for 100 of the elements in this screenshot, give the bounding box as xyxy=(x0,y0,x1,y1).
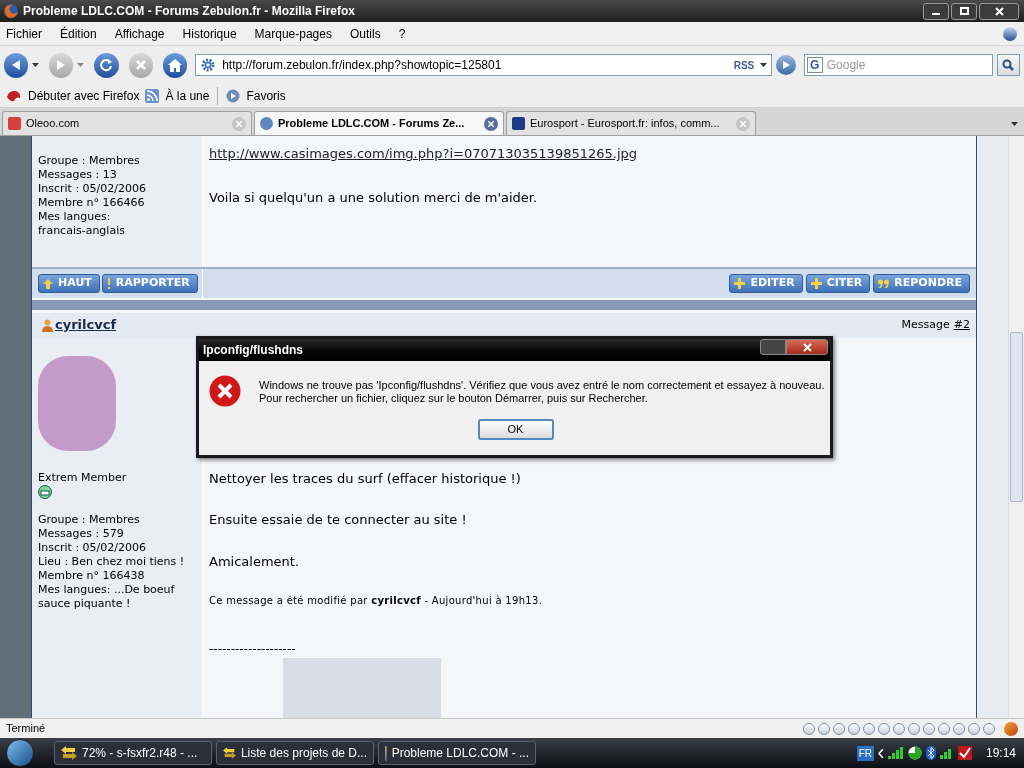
window-control-button[interactable] xyxy=(760,339,786,355)
edit-note-text: Ce message a été modifié par cyrilcvcf - Aujourd'hui à 19h13. xyxy=(209,594,543,608)
close-icon xyxy=(994,6,1004,16)
transfer-arrows-icon xyxy=(61,746,77,760)
search-field[interactable]: G Google xyxy=(803,54,993,76)
member-rank-text: Extrem Member xyxy=(38,470,127,485)
bookmark-link[interactable]: À la une xyxy=(165,86,210,105)
media-control-icon[interactable] xyxy=(968,722,980,735)
menu-item[interactable]: ? xyxy=(395,24,409,43)
reload-button-icon[interactable] xyxy=(94,52,119,78)
rss-feed-label[interactable]: RSS xyxy=(733,57,755,73)
menu-item[interactable]: Historique xyxy=(179,24,240,43)
status-text: Terminé xyxy=(6,721,47,737)
grinning-smiley-icon xyxy=(38,484,52,499)
close-tab-icon[interactable] xyxy=(484,116,498,131)
shield-check-icon xyxy=(957,746,972,760)
site-favicon-icon xyxy=(512,117,525,130)
profile-info-text: Membre n° 166466 xyxy=(38,196,146,210)
media-control-icon[interactable] xyxy=(953,722,965,735)
taskbar-label: Probleme LDLC.COM - ... xyxy=(391,745,529,762)
activity-indicator-icon xyxy=(1003,26,1017,41)
firefox-status-icon xyxy=(1004,721,1018,736)
tab-title: Probleme LDLC.COM - Forums Ze... xyxy=(278,116,466,132)
maximize-button[interactable] xyxy=(951,2,977,20)
scrollbar-thumb[interactable] xyxy=(1010,332,1023,502)
browser-tab[interactable]: Probleme LDLC.COM - Forums Ze... xyxy=(254,111,504,135)
menu-item[interactable]: Édition xyxy=(57,24,100,43)
dropdown-arrow-icon[interactable] xyxy=(32,63,40,67)
profile-info-text: Groupe : Membres xyxy=(38,154,141,168)
dropdown-arrow-icon[interactable] xyxy=(760,63,768,67)
media-control-icon[interactable] xyxy=(878,722,890,735)
error-message-text: Pour rechercher un fichier, cliquez sur le bouton Démarrer, puis sur Rechercher. xyxy=(259,392,649,405)
media-control-icon[interactable] xyxy=(938,722,950,735)
message-label: Message xyxy=(901,316,950,333)
browser-tab[interactable]: Eurosport - Eurosport.fr: infos, comm... xyxy=(506,111,756,135)
signal-bars-icon xyxy=(939,747,954,759)
back-button-icon[interactable] xyxy=(4,52,29,78)
message-number-link[interactable]: #2 xyxy=(953,316,970,334)
taskbar-button[interactable]: Probleme LDLC.COM - ... xyxy=(378,741,536,765)
language-indicator[interactable]: FR xyxy=(856,745,874,761)
media-control-icon[interactable] xyxy=(833,722,845,735)
media-control-icon[interactable] xyxy=(818,722,830,735)
signal-bars-icon xyxy=(887,747,904,759)
chevron-left-icon[interactable] xyxy=(877,748,884,758)
tab-title: Oleoo.com xyxy=(26,116,81,132)
taskbar-label: 72% - s-fsxfr2.r48 - ... xyxy=(82,745,198,762)
media-control-icon[interactable] xyxy=(908,722,920,735)
start-button-icon[interactable] xyxy=(6,739,34,767)
pie-chart-icon xyxy=(907,746,922,760)
search-input[interactable]: Google xyxy=(826,56,990,74)
image-link[interactable]: http://www.casimages.com/img.php?i=070713035139851265.jpg xyxy=(209,144,638,164)
media-control-icon[interactable] xyxy=(893,722,905,735)
taskbar-button[interactable]: 72% - s-fsxfr2.r48 - ... xyxy=(54,741,212,765)
stop-button-icon[interactable] xyxy=(128,52,153,78)
media-control-icon[interactable] xyxy=(983,722,995,735)
ok-button[interactable]: OK xyxy=(477,419,554,440)
error-icon xyxy=(209,375,241,407)
plus-icon xyxy=(734,278,746,290)
forward-button-icon[interactable] xyxy=(49,52,74,78)
vertical-scrollbar[interactable] xyxy=(1008,136,1024,718)
rss-feed-icon xyxy=(145,88,160,103)
profile-info-text: Mes langues: ...De boeuf sauce piquante ! xyxy=(38,582,176,611)
user-icon xyxy=(42,318,53,332)
clock-text: 19:14 xyxy=(985,745,1016,762)
quote-icon xyxy=(878,279,890,289)
taskbar-label: Liste des projets de D... xyxy=(240,745,367,762)
minimize-button[interactable] xyxy=(923,2,949,20)
site-favicon-icon xyxy=(260,117,273,130)
bookmark-link[interactable]: Débuter avec Firefox xyxy=(28,86,140,105)
url-text: http://forum.zebulon.fr/index.php?showtopic=125801 xyxy=(222,57,503,74)
menu-item[interactable]: Fichier xyxy=(3,24,45,43)
address-field[interactable]: http://forum.zebulon.fr/index.php?showtopic=125801 RSS xyxy=(195,54,773,76)
author-link[interactable]: cyrilcvcf xyxy=(55,315,117,335)
transfer-arrows-icon xyxy=(223,746,236,760)
taskbar-button[interactable]: Liste des projets de D... xyxy=(216,741,374,765)
plus-icon xyxy=(810,278,822,290)
browser-tab[interactable]: Oleoo.com xyxy=(2,111,252,135)
profile-info-text: Lieu : Ben chez moi tiens ! xyxy=(38,554,186,569)
close-icon xyxy=(802,342,812,352)
search-button[interactable] xyxy=(996,54,1020,76)
close-button[interactable] xyxy=(786,339,828,355)
media-control-icon[interactable] xyxy=(923,722,935,735)
go-button-icon[interactable] xyxy=(776,55,796,75)
bookmark-icon xyxy=(6,88,22,103)
menu-item[interactable]: Marque-pages xyxy=(251,24,335,43)
search-icon xyxy=(1002,59,1015,71)
menu-item[interactable]: Affichage xyxy=(111,24,168,43)
close-button[interactable] xyxy=(979,2,1019,20)
bookmark-link[interactable]: Favoris xyxy=(246,86,286,105)
profile-info-text: Membre n° 166438 xyxy=(38,568,146,583)
search-engine-icon[interactable]: G xyxy=(806,57,823,73)
media-control-icon[interactable] xyxy=(863,722,875,735)
media-control-icon[interactable] xyxy=(803,722,815,735)
home-button-icon[interactable] xyxy=(162,52,188,78)
profile-info-text: Mes langues: xyxy=(38,210,112,224)
media-control-icon[interactable] xyxy=(848,722,860,735)
post-text: Ensuite essaie de te connecter au site ! xyxy=(209,511,467,529)
menu-item[interactable]: Outils xyxy=(346,24,384,43)
tab-list-arrow-icon[interactable] xyxy=(1011,122,1018,126)
profile-info-text: Inscrit : 05/02/2006 xyxy=(38,540,147,555)
